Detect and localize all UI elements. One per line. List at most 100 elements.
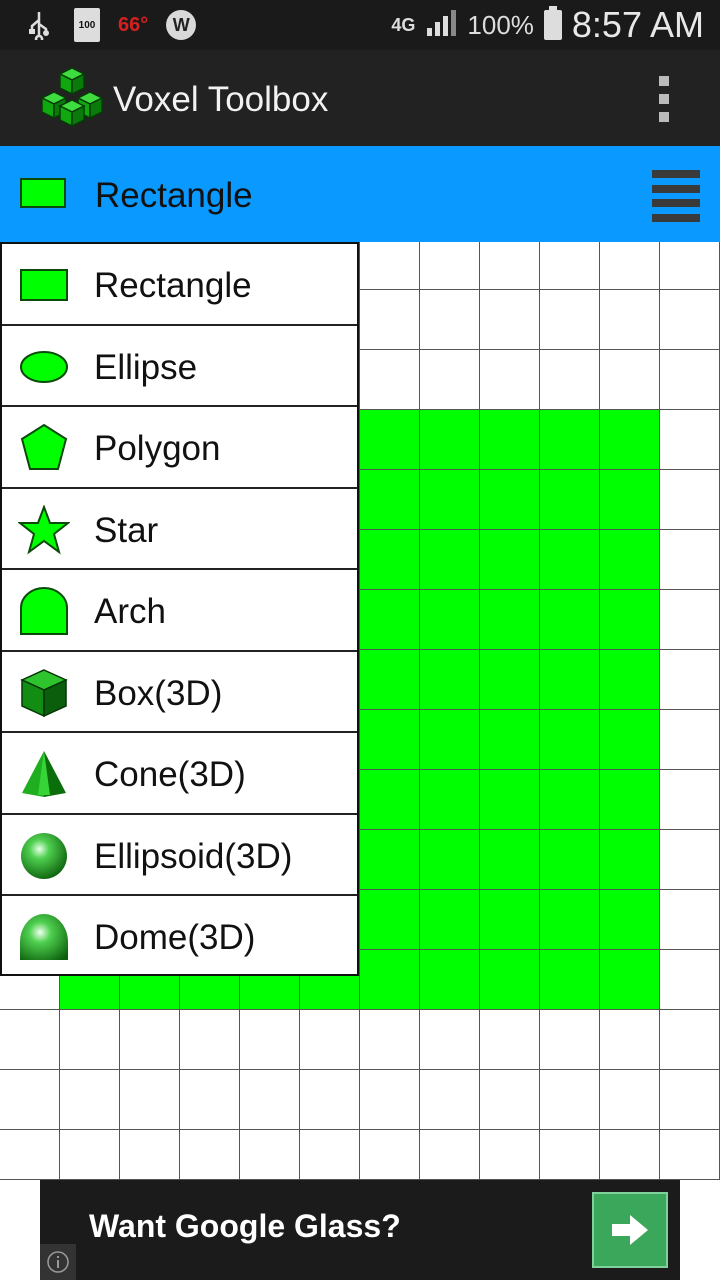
- voxel-cell[interactable]: [420, 530, 480, 590]
- voxel-cell[interactable]: [480, 1130, 540, 1180]
- voxel-cell[interactable]: [420, 290, 480, 350]
- shape-option-cone-3d[interactable]: Cone(3D): [2, 733, 357, 815]
- voxel-cell[interactable]: [360, 590, 420, 650]
- voxel-cell[interactable]: [0, 1070, 60, 1130]
- voxel-cell[interactable]: [600, 710, 660, 770]
- voxel-cell[interactable]: [480, 470, 540, 530]
- voxel-cell[interactable]: [660, 1130, 720, 1180]
- shape-option-rectangle[interactable]: Rectangle: [2, 244, 357, 326]
- shape-option-ellipsoid-3d[interactable]: Ellipsoid(3D): [2, 815, 357, 896]
- voxel-cell[interactable]: [0, 1130, 60, 1180]
- voxel-cell[interactable]: [420, 770, 480, 830]
- voxel-cell[interactable]: [660, 530, 720, 590]
- voxel-cell[interactable]: [480, 890, 540, 950]
- voxel-cell[interactable]: [480, 710, 540, 770]
- voxel-cell[interactable]: [360, 830, 420, 890]
- voxel-cell[interactable]: [120, 1010, 180, 1070]
- voxel-cell[interactable]: [480, 650, 540, 710]
- voxel-cell[interactable]: [540, 1010, 600, 1070]
- voxel-cell[interactable]: [660, 710, 720, 770]
- voxel-cell[interactable]: [600, 890, 660, 950]
- voxel-cell[interactable]: [240, 1130, 300, 1180]
- voxel-cell[interactable]: [360, 890, 420, 950]
- voxel-cell[interactable]: [540, 830, 600, 890]
- voxel-cell[interactable]: [0, 1010, 60, 1070]
- voxel-cell[interactable]: [540, 242, 600, 290]
- voxel-cell[interactable]: [600, 590, 660, 650]
- voxel-cell[interactable]: [540, 530, 600, 590]
- voxel-cell[interactable]: [480, 530, 540, 590]
- voxel-cell[interactable]: [480, 410, 540, 470]
- voxel-cell[interactable]: [660, 470, 720, 530]
- voxel-cell[interactable]: [660, 350, 720, 410]
- voxel-cell[interactable]: [300, 1070, 360, 1130]
- info-icon[interactable]: [40, 1244, 76, 1280]
- voxel-cell[interactable]: [600, 242, 660, 290]
- shape-option-ellipse[interactable]: Ellipse: [2, 326, 357, 407]
- voxel-cell[interactable]: [420, 1130, 480, 1180]
- voxel-cell[interactable]: [360, 470, 420, 530]
- voxel-cell[interactable]: [600, 290, 660, 350]
- voxel-cell[interactable]: [660, 590, 720, 650]
- voxel-cell[interactable]: [360, 950, 420, 1010]
- voxel-cell[interactable]: [660, 950, 720, 1010]
- voxel-cell[interactable]: [540, 650, 600, 710]
- voxel-cell[interactable]: [480, 350, 540, 410]
- voxel-cell[interactable]: [540, 770, 600, 830]
- voxel-cell[interactable]: [600, 1130, 660, 1180]
- ad-arrow-button[interactable]: [592, 1192, 668, 1268]
- voxel-cell[interactable]: [600, 530, 660, 590]
- hamburger-menu-icon[interactable]: [652, 170, 700, 222]
- voxel-cell[interactable]: [360, 1010, 420, 1070]
- voxel-cell[interactable]: [480, 830, 540, 890]
- voxel-cell[interactable]: [600, 770, 660, 830]
- voxel-cell[interactable]: [540, 590, 600, 650]
- voxel-cell[interactable]: [300, 1010, 360, 1070]
- voxel-cell[interactable]: [120, 1070, 180, 1130]
- voxel-cell[interactable]: [540, 1130, 600, 1180]
- voxel-cell[interactable]: [360, 290, 420, 350]
- shape-option-dome-3d[interactable]: Dome(3D): [2, 896, 357, 978]
- overflow-menu-icon[interactable]: [652, 76, 676, 122]
- voxel-cell[interactable]: [360, 1130, 420, 1180]
- voxel-cell[interactable]: [660, 410, 720, 470]
- voxel-cell[interactable]: [420, 1070, 480, 1130]
- shape-option-star[interactable]: Star: [2, 489, 357, 570]
- voxel-cell[interactable]: [420, 950, 480, 1010]
- voxel-cell[interactable]: [600, 950, 660, 1010]
- voxel-cell[interactable]: [600, 650, 660, 710]
- voxel-cell[interactable]: [480, 770, 540, 830]
- voxel-cell[interactable]: [660, 290, 720, 350]
- voxel-cell[interactable]: [660, 1010, 720, 1070]
- voxel-cell[interactable]: [540, 1070, 600, 1130]
- voxel-cell[interactable]: [420, 350, 480, 410]
- voxel-cell[interactable]: [60, 1070, 120, 1130]
- voxel-cell[interactable]: [360, 710, 420, 770]
- voxel-cell[interactable]: [600, 830, 660, 890]
- voxel-cell[interactable]: [120, 1130, 180, 1180]
- voxel-cell[interactable]: [480, 590, 540, 650]
- voxel-cell[interactable]: [540, 950, 600, 1010]
- voxel-cell[interactable]: [420, 1010, 480, 1070]
- voxel-cell[interactable]: [420, 650, 480, 710]
- voxel-cell[interactable]: [360, 770, 420, 830]
- voxel-cell[interactable]: [360, 650, 420, 710]
- shape-option-box-3d[interactable]: Box(3D): [2, 652, 357, 733]
- voxel-cell[interactable]: [360, 530, 420, 590]
- voxel-cell[interactable]: [420, 242, 480, 290]
- voxel-cell[interactable]: [480, 1070, 540, 1130]
- voxel-cell[interactable]: [600, 350, 660, 410]
- voxel-cell[interactable]: [660, 650, 720, 710]
- voxel-cell[interactable]: [420, 830, 480, 890]
- voxel-cell[interactable]: [600, 1010, 660, 1070]
- voxel-cell[interactable]: [420, 590, 480, 650]
- voxel-cell[interactable]: [480, 1010, 540, 1070]
- ad-banner[interactable]: Want Google Glass?: [40, 1180, 680, 1280]
- voxel-cell[interactable]: [180, 1070, 240, 1130]
- voxel-cell[interactable]: [600, 410, 660, 470]
- voxel-cell[interactable]: [420, 410, 480, 470]
- voxel-cell[interactable]: [360, 410, 420, 470]
- voxel-cell[interactable]: [300, 1130, 360, 1180]
- voxel-cell[interactable]: [360, 350, 420, 410]
- voxel-cell[interactable]: [60, 1130, 120, 1180]
